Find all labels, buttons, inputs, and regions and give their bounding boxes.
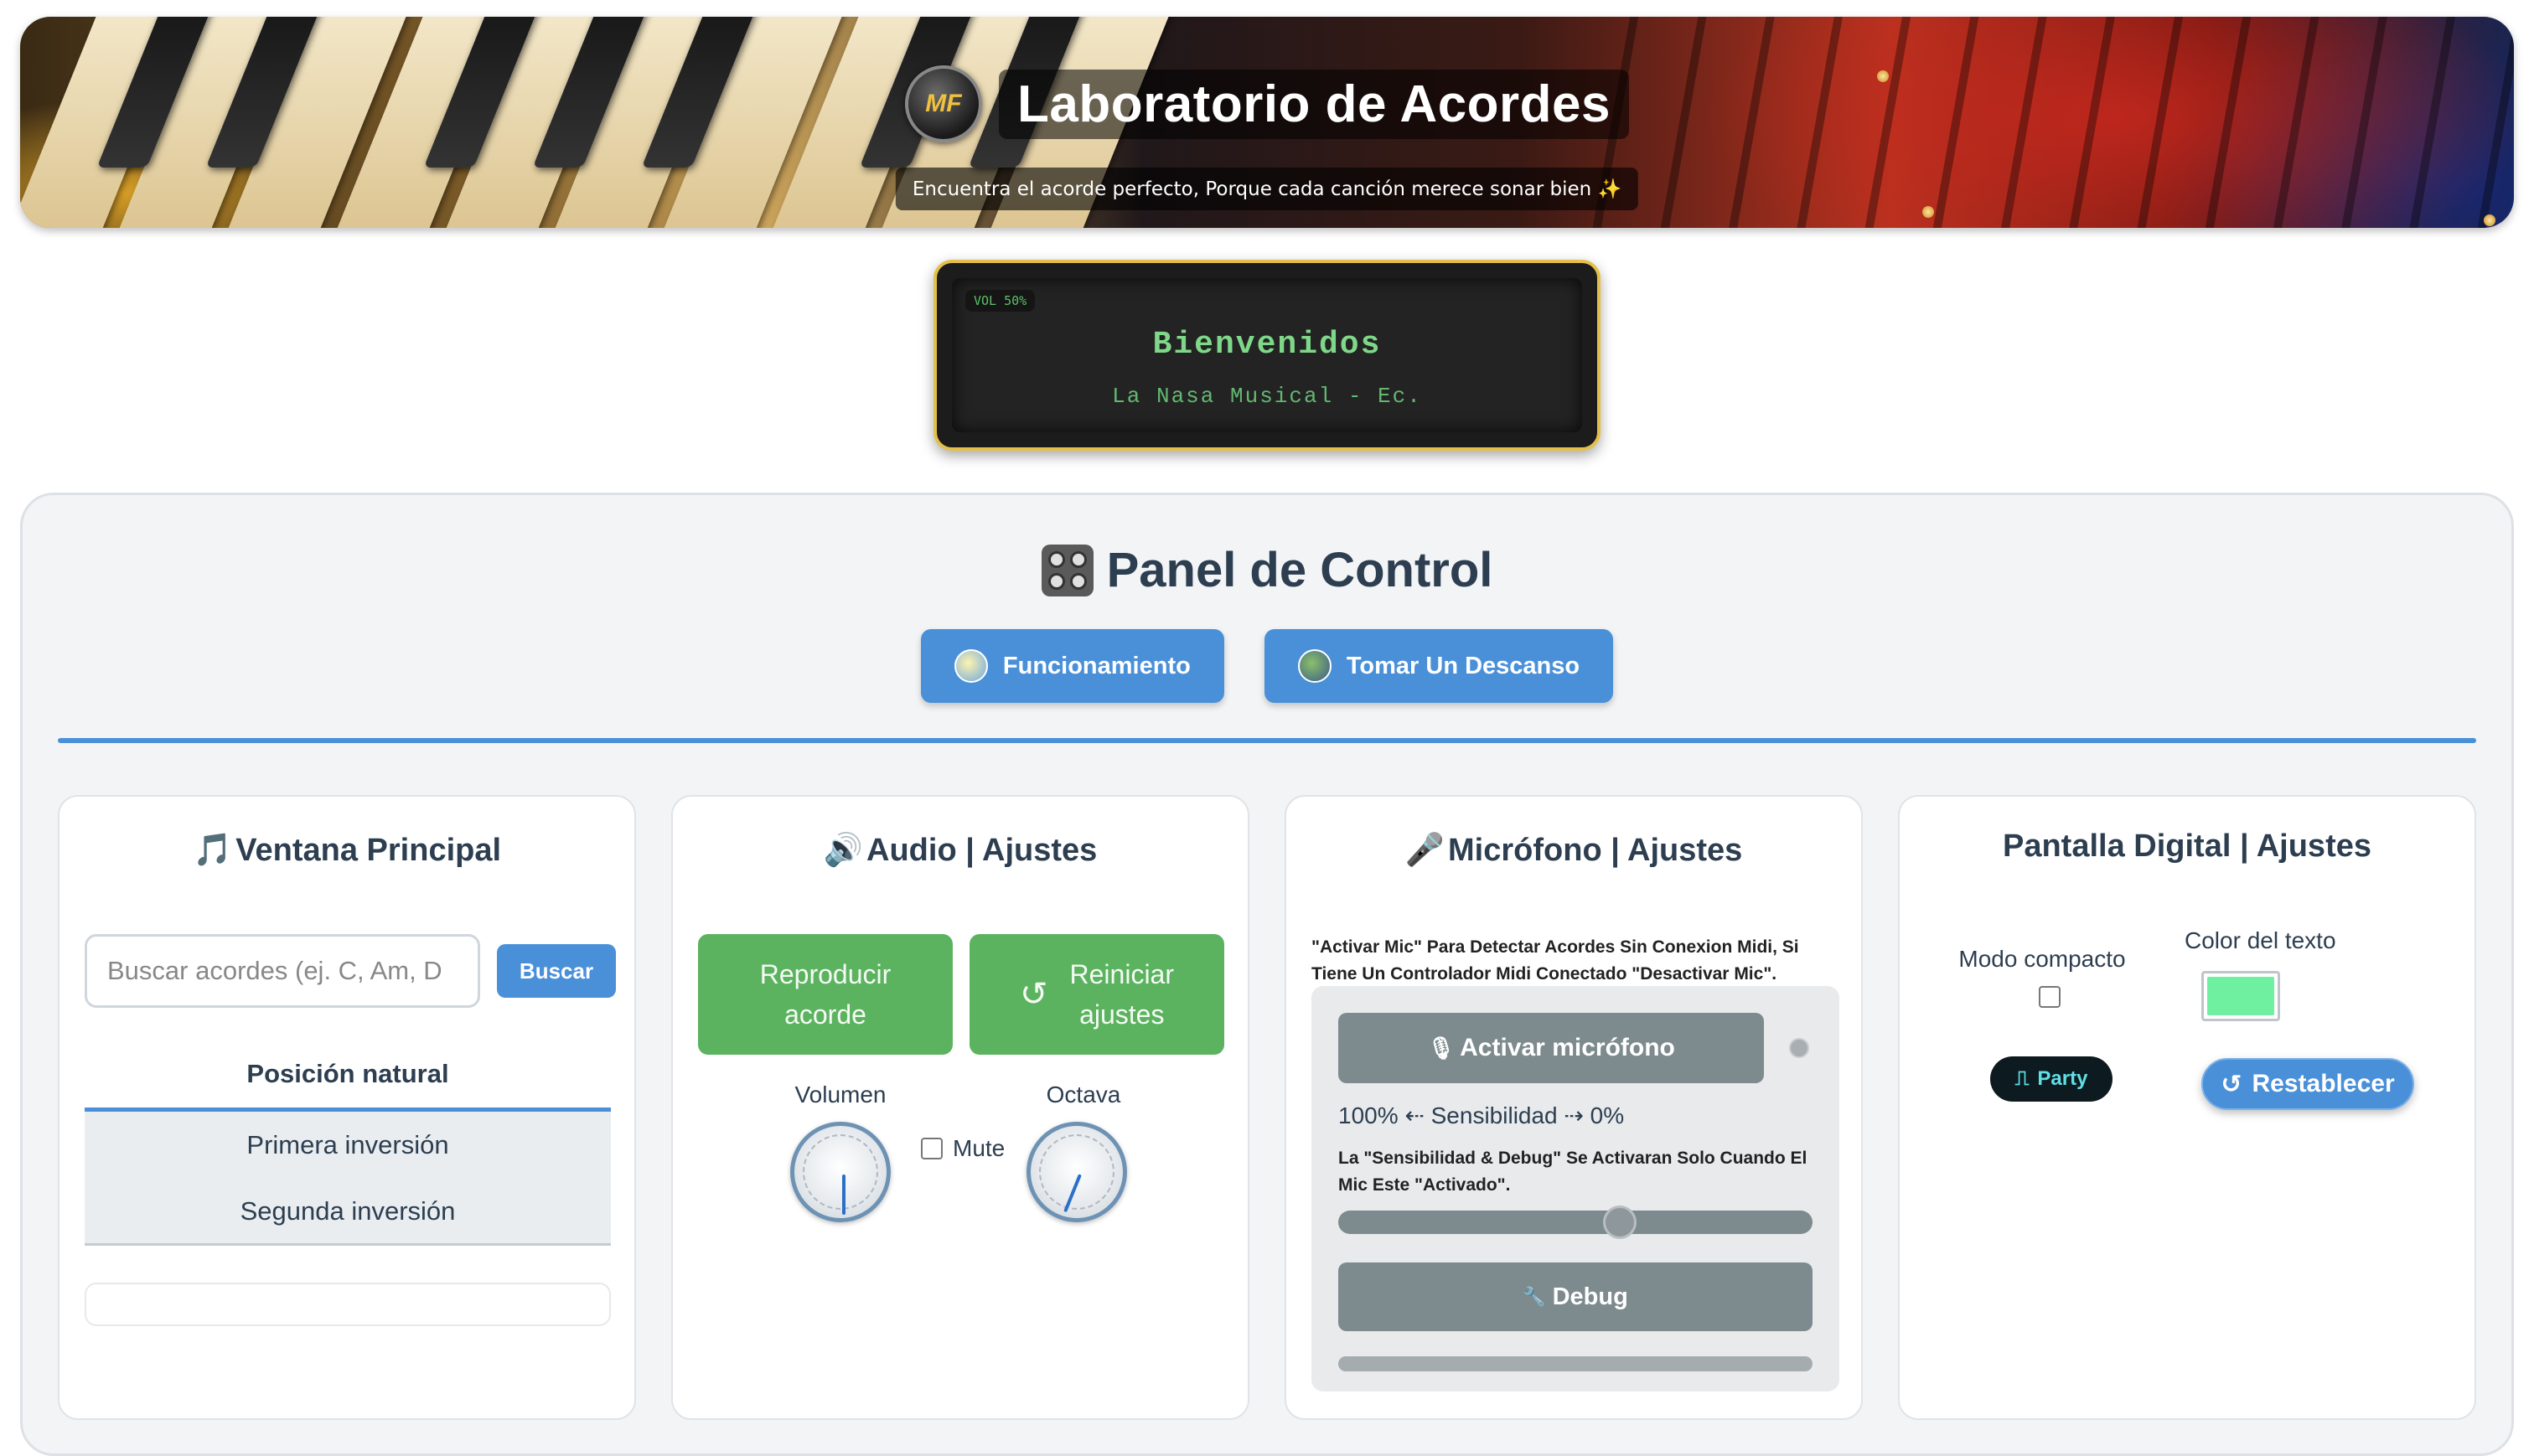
microphone-settings-title: 🎤 Micrófono | Ajustes <box>1404 832 1743 869</box>
sensitivity-label: 100% ⇠ Sensibilidad ⇢ 0% <box>1338 1102 1625 1128</box>
display-subtitle: La Nasa Musical - Ec. <box>1112 384 1422 409</box>
octave-knob[interactable] <box>1027 1122 1127 1222</box>
main-window-title: 🎵 Ventana Principal <box>192 832 502 869</box>
party-button[interactable]: ⎍ Party <box>1990 1056 2113 1102</box>
page-subtitle: Encuentra el acorde perfecto, Porque cad… <box>895 168 1639 210</box>
audio-settings-title: 🔊 Audio | Ajustes <box>823 832 1098 869</box>
chord-search-input[interactable]: Buscar acordes (ej. C, Am, D <box>85 934 480 1008</box>
microphone-controls: 🎙 Activar micrófono 100% ⇠ Sensibilidad … <box>1311 986 1839 1391</box>
header-banner: MF Laboratorio de Acordes Encuentra el a… <box>20 17 2514 228</box>
panel-title: Panel de Control <box>23 542 2511 598</box>
volume-badge: VOL 50% <box>965 290 1036 312</box>
mic-status-indicator <box>1789 1038 1809 1058</box>
restore-defaults-button[interactable]: ↺ Restablecer <box>2201 1058 2414 1110</box>
page-title: Laboratorio de Acordes <box>998 69 1630 139</box>
play-chord-button[interactable]: Reproducir acorde <box>698 934 953 1055</box>
tab-first-inversion[interactable]: Primera inversión <box>85 1112 611 1179</box>
reset-settings-button[interactable]: ↺ Reiniciar ajustes <box>970 934 1224 1055</box>
microphone-icon: 🎤 <box>1404 833 1445 868</box>
digital-display: VOL 50% Bienvenidos La Nasa Musical - Ec… <box>933 260 1601 451</box>
display-title: Bienvenidos <box>1152 327 1382 363</box>
audio-settings-card: 🔊 Audio | Ajustes Reproducir acorde ↺ Rei… <box>671 795 1249 1420</box>
inversion-tabs: Posición natural Primera inversión Segun… <box>85 1040 611 1246</box>
tab-second-inversion[interactable]: Segunda inversión <box>85 1179 611 1246</box>
compact-mode-checkbox[interactable] <box>2039 986 2061 1008</box>
tab-natural-position[interactable]: Posición natural <box>85 1040 611 1112</box>
display-settings-card: Pantalla Digital | Ajustes Modo compacto… <box>1898 795 2476 1420</box>
debug-button[interactable]: 🔧 Debug <box>1338 1262 1813 1331</box>
pulse-icon: ⎍ <box>2014 1067 2030 1090</box>
control-knobs-icon <box>1041 544 1094 596</box>
octave-label: Octava <box>1046 1082 1121 1107</box>
text-color-picker[interactable] <box>2201 971 2280 1021</box>
earth-icon <box>954 649 988 683</box>
sensitivity-slider[interactable] <box>1338 1206 1813 1239</box>
game-icon <box>1297 649 1332 683</box>
sensitivity-note: La "Sensibilidad & Debug" Se Activaran S… <box>1338 1149 1807 1195</box>
search-button[interactable]: Buscar <box>497 944 616 998</box>
microphone-settings-card: 🎤 Micrófono | Ajustes "Activar Mic" Para… <box>1285 795 1863 1420</box>
compact-mode-label: Modo compacto <box>1958 946 2126 972</box>
wrench-icon: 🔧 <box>1523 1286 1546 1307</box>
take-a-break-button[interactable]: Tomar Un Descanso <box>1264 629 1614 703</box>
debug-level-bar <box>1338 1356 1813 1371</box>
slider-thumb[interactable] <box>1603 1206 1637 1239</box>
display-settings-title: Pantalla Digital | Ajustes <box>2002 829 2371 864</box>
mute-checkbox[interactable] <box>921 1138 943 1159</box>
volume-label: Volumen <box>794 1082 887 1107</box>
speaker-icon: 🔊 <box>823 833 864 868</box>
brand-logo: MF <box>904 65 982 142</box>
activate-microphone-button[interactable]: 🎙 Activar micrófono <box>1338 1013 1764 1083</box>
panel-divider <box>58 738 2476 743</box>
main-window-card: 🎵 Ventana Principal Buscar acordes (ej. … <box>58 795 636 1420</box>
chord-results-area <box>85 1283 611 1326</box>
reset-icon: ↺ <box>2221 1070 2242 1098</box>
text-color-label: Color del texto <box>2185 927 2336 953</box>
volume-knob[interactable] <box>790 1122 891 1222</box>
how-it-works-button[interactable]: Funcionamiento <box>920 629 1224 703</box>
reset-icon: ↺ <box>1020 976 1048 1013</box>
microphone-instructions: "Activar Mic" Para Detectar Acordes Sin … <box>1311 937 1799 984</box>
mic-glyph-icon: 🎙 <box>1427 1035 1456 1061</box>
music-note-icon: 🎵 <box>192 833 233 868</box>
control-panel: Panel de Control Funcionamiento Tomar Un… <box>20 493 2514 1456</box>
mute-toggle[interactable]: Mute <box>921 1135 1005 1162</box>
